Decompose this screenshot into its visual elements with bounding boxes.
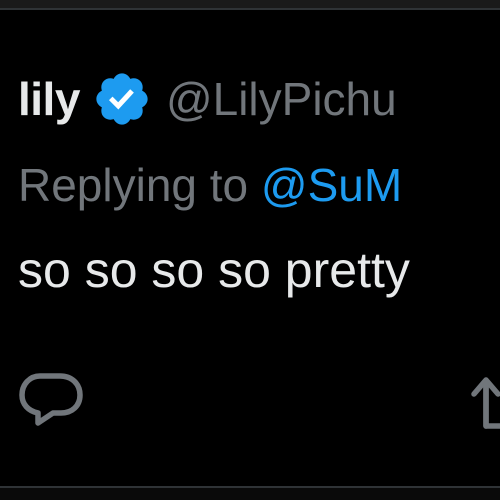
replying-to-label: Replying to [18, 159, 261, 211]
bottom-divider [0, 486, 500, 500]
user-handle[interactable]: @LilyPichu [166, 76, 397, 122]
retweet-icon[interactable] [466, 370, 500, 430]
tweet-screenshot: lily @LilyPichu Replying to @SuM so so s… [0, 0, 500, 500]
display-name[interactable]: lily [18, 76, 80, 122]
reply-mention-link[interactable]: @SuM [261, 159, 402, 211]
replying-to-line: Replying to @SuM [18, 158, 402, 213]
tweet-header: lily @LilyPichu [18, 66, 397, 132]
top-divider [0, 0, 500, 10]
reply-icon[interactable] [18, 368, 84, 428]
tweet-text: so so so so pretty [18, 242, 410, 298]
verified-badge-icon [96, 73, 148, 125]
